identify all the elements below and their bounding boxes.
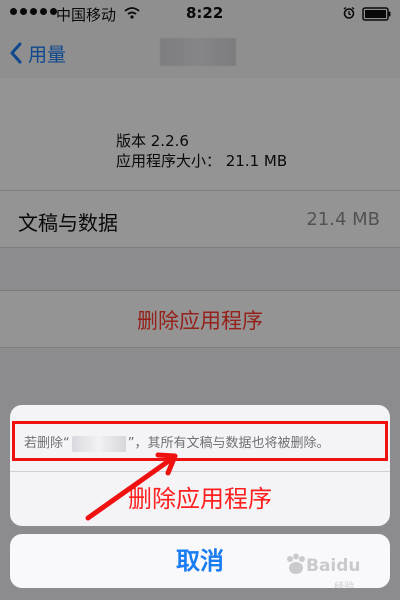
ios-storage-screen: 中国移动 8:22 用量 版本 2.2.6 应用程序大小： 21.1 MB 文稿… [0,0,400,600]
sheet-divider [10,471,390,472]
watermark-text: 经验 [334,582,354,593]
message-prefix: 若删除“ [24,436,70,451]
confirm-delete-button[interactable]: 删除应用程序 [10,473,390,526]
delete-confirmation-action-sheet: 若删除“ ”，其所有文稿与数据也将被删除。 删除应用程序 [10,405,390,526]
delete-warning-message: 若删除“ ”，其所有文稿与数据也将被删除。 [24,432,384,452]
watermark-brand: Baidu [306,556,361,576]
baidu-watermark: Baidu 经验 [282,552,396,593]
paw-logo-icon [287,553,305,574]
red-annotation-arrow-icon [85,452,178,521]
